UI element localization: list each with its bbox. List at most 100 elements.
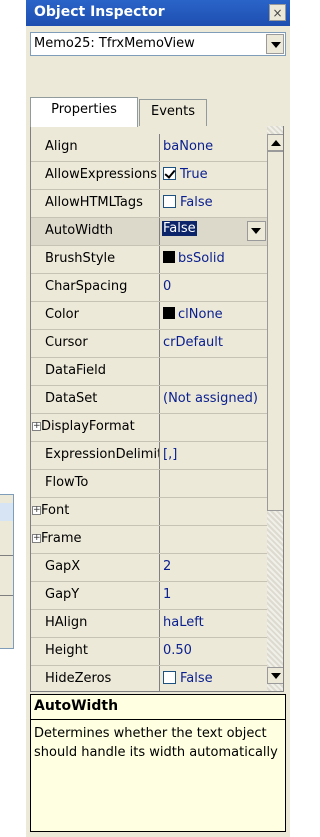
scroll-thumb[interactable] [267, 151, 283, 511]
property-name: AllowExpressions [45, 167, 158, 182]
property-row-displayformat[interactable]: + DisplayFormat [31, 414, 267, 442]
column-divider[interactable] [159, 638, 160, 665]
property-value: crDefault [163, 335, 223, 350]
column-divider[interactable] [159, 246, 160, 273]
column-divider[interactable] [159, 274, 160, 301]
property-row-allowexpressions[interactable]: AllowExpressions True [31, 162, 267, 190]
property-row-frame[interactable]: + Frame [31, 526, 267, 554]
property-row-height[interactable]: Height 0.50 [31, 638, 267, 666]
tab-events[interactable]: Events [139, 99, 207, 126]
property-row-datafield[interactable]: DataField [31, 358, 267, 386]
property-value-cell[interactable]: 2 [163, 559, 267, 574]
column-divider[interactable] [159, 414, 160, 441]
property-name: GapY [45, 587, 80, 602]
property-row-align[interactable]: Align baNone [31, 134, 267, 162]
property-name: Height [45, 643, 88, 658]
property-name: AutoWidth [45, 223, 113, 238]
checkbox[interactable] [163, 195, 176, 208]
background-highlight [0, 503, 13, 521]
column-divider[interactable] [159, 190, 160, 217]
property-value-cell[interactable]: clNone [163, 307, 267, 322]
property-row-allowhtmltags[interactable]: AllowHTMLTags False [31, 190, 267, 218]
expand-icon[interactable]: + [32, 534, 41, 543]
column-divider[interactable] [159, 162, 160, 189]
property-value-cell[interactable]: False [163, 195, 267, 210]
chevron-down-icon [251, 228, 261, 234]
property-value: False [180, 195, 213, 210]
property-value: True [180, 167, 208, 182]
property-row-gapy[interactable]: GapY 1 [31, 582, 267, 610]
property-value: 0 [163, 279, 172, 294]
value-dropdown-button[interactable] [247, 221, 266, 241]
column-divider[interactable] [159, 302, 160, 329]
property-value-cell[interactable]: baNone [163, 139, 267, 154]
expand-icon[interactable]: + [32, 422, 41, 431]
property-name: ExpressionDelimiters [45, 447, 159, 462]
property-value: [,] [163, 447, 178, 462]
property-row-autowidth[interactable]: AutoWidth False [31, 218, 267, 246]
property-row-cursor[interactable]: Cursor crDefault [31, 330, 267, 358]
column-divider[interactable] [159, 330, 160, 357]
property-value-cell[interactable]: 1 [163, 587, 267, 602]
column-divider[interactable] [159, 554, 160, 581]
property-value-editor[interactable]: False [162, 221, 244, 242]
property-row-expressiondelimiters[interactable]: ExpressionDelimiters [,] [31, 442, 267, 470]
property-name: Color [45, 307, 79, 322]
property-row-dataset[interactable]: DataSet (Not assigned) [31, 386, 267, 414]
scroll-up-button[interactable] [267, 134, 283, 151]
column-divider[interactable] [159, 386, 160, 413]
close-icon[interactable]: × [269, 4, 286, 21]
column-divider[interactable] [159, 134, 160, 161]
background-divider [0, 595, 13, 596]
property-grid-scrollbar[interactable] [267, 126, 283, 691]
property-name: Cursor [45, 335, 88, 350]
column-divider[interactable] [159, 470, 160, 497]
tab-events-label: Events [150, 104, 195, 119]
property-row-halign[interactable]: HAlign haLeft [31, 610, 267, 638]
object-selector-combo[interactable]: Memo25: TfrxMemoView [30, 32, 286, 56]
property-name: HideZeros [45, 671, 112, 686]
help-title: AutoWidth [34, 698, 119, 714]
property-grid: Align baNone AllowExpressions True AllowHTML… [30, 126, 284, 692]
checkbox[interactable] [163, 671, 176, 684]
property-row-brushstyle[interactable]: BrushStyle bsSolid [31, 246, 267, 274]
property-row-gapx[interactable]: GapX 2 [31, 554, 267, 582]
object-selector-dropdown-button[interactable] [266, 34, 284, 54]
column-divider[interactable] [159, 358, 160, 385]
property-value-cell[interactable]: False [163, 671, 267, 686]
background-window-fragment [0, 494, 14, 649]
property-name: Font [41, 503, 70, 518]
column-divider[interactable] [159, 218, 160, 245]
property-row-font[interactable]: + Font [31, 498, 267, 526]
column-divider[interactable] [159, 610, 160, 637]
tab-properties[interactable]: Properties [30, 97, 138, 127]
property-row-flowto[interactable]: FlowTo [31, 470, 267, 498]
window-title: Object Inspector [34, 4, 165, 20]
property-row-hidezeros[interactable]: HideZeros False [31, 666, 267, 691]
property-name: DataSet [45, 391, 98, 406]
object-inspector-window: Object Inspector × Memo25: TfrxMemoView … [26, 0, 290, 837]
property-value: baNone [163, 139, 214, 154]
column-divider[interactable] [159, 582, 160, 609]
property-value: haLeft [163, 615, 204, 630]
property-value-cell[interactable]: (Not assigned) [163, 391, 267, 406]
property-value: 0.50 [163, 643, 192, 658]
property-value-cell[interactable]: 0 [163, 279, 267, 294]
property-row-color[interactable]: Color clNone [31, 302, 267, 330]
column-divider[interactable] [159, 498, 160, 525]
property-value-cell[interactable]: [,] [163, 447, 267, 462]
expand-icon[interactable]: + [32, 506, 41, 515]
scroll-down-button[interactable] [267, 667, 283, 684]
column-divider[interactable] [159, 526, 160, 553]
column-divider[interactable] [159, 442, 160, 469]
property-value-cell[interactable]: 0.50 [163, 643, 267, 658]
property-value-cell[interactable]: crDefault [163, 335, 267, 350]
property-row-charspacing[interactable]: CharSpacing 0 [31, 274, 267, 302]
column-divider[interactable] [159, 666, 160, 691]
property-value-cell[interactable]: haLeft [163, 615, 267, 630]
property-value-cell[interactable]: True [163, 167, 267, 182]
title-bar[interactable]: Object Inspector × [26, 0, 290, 26]
property-value-cell[interactable]: bsSolid [163, 251, 267, 266]
property-value: (Not assigned) [163, 391, 258, 406]
checkbox[interactable] [163, 167, 176, 180]
